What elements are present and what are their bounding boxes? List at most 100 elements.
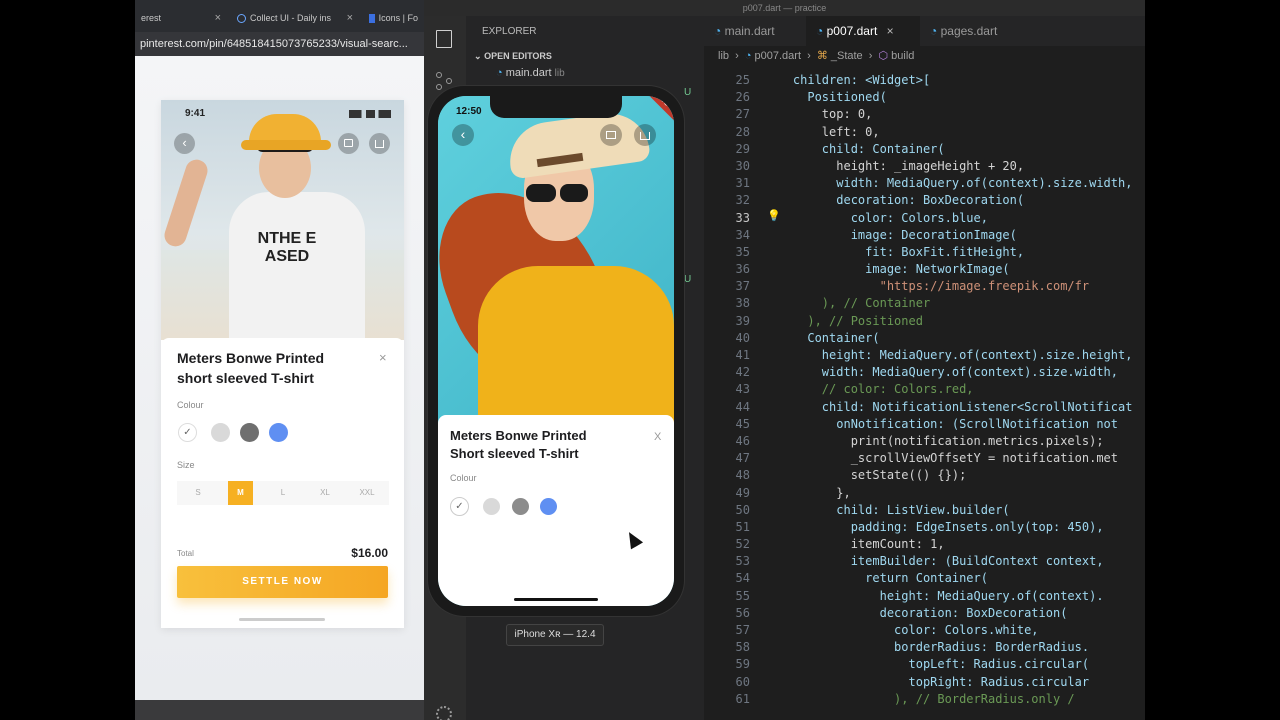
code-line[interactable]: ), // Container — [764, 295, 1145, 312]
line-number: 42 — [735, 365, 750, 380]
code-line[interactable]: Positioned( — [764, 89, 1145, 106]
close-icon[interactable]: × — [887, 24, 894, 38]
size-option-s[interactable]: S — [183, 481, 213, 505]
colour-swatch-blue[interactable] — [269, 423, 288, 442]
pin-mockup[interactable]: NTHE EASED 9:41 ‹ Meters Bonwe Printed s… — [161, 100, 404, 628]
product-sheet: Meters Bonwe Printed Short sleeved T-shi… — [438, 415, 674, 606]
code-line[interactable]: _scrollViewOffsetY = notification.met — [764, 450, 1145, 467]
code-line[interactable]: itemBuilder: (BuildContext context, — [764, 553, 1145, 570]
code-line[interactable]: image: NetworkImage( — [764, 261, 1145, 278]
screen: erest × Collect UI - Daily ins × Icons |… — [0, 0, 1280, 720]
code-area[interactable]: children: <Widget>[ Positioned( top: 0, … — [764, 72, 1145, 708]
code-line[interactable]: decoration: BoxDecoration( — [764, 605, 1145, 622]
size-option-m[interactable]: M — [228, 481, 253, 505]
tab-pages-dart[interactable]: ◔ pages.dart — [920, 16, 1024, 46]
code-line[interactable]: // color: Colors.red, — [764, 381, 1145, 398]
close-icon[interactable]: X — [654, 431, 661, 443]
code-line[interactable]: decoration: BoxDecoration( — [764, 192, 1145, 209]
code-line[interactable]: child: NotificationListener<ScrollNotifi… — [764, 399, 1145, 416]
colour-swatch-blue[interactable] — [540, 498, 557, 515]
colour-swatch-darkgray[interactable] — [240, 423, 259, 442]
line-number: 26 — [735, 90, 750, 105]
code-line[interactable]: print(notification.metrics.pixels); — [764, 433, 1145, 450]
settle-now-button[interactable]: SETTLE NOW — [177, 566, 388, 598]
close-icon[interactable]: × — [379, 350, 387, 365]
code-line[interactable]: color: Colors.white, — [764, 622, 1145, 639]
size-option-l[interactable]: L — [268, 481, 298, 505]
dart-file-icon: ◔ — [496, 67, 503, 79]
home-button[interactable] — [369, 133, 390, 154]
code-line[interactable]: height: MediaQuery.of(context).size.heig… — [764, 347, 1145, 364]
code-line[interactable]: }, — [764, 485, 1145, 502]
line-number: 52 — [735, 537, 750, 552]
colour-swatch-lightgray[interactable] — [211, 423, 230, 442]
status-time: 9:41 — [185, 108, 206, 119]
code-line[interactable]: children: <Widget>[ — [764, 72, 1145, 89]
size-option-xl[interactable]: XL — [310, 481, 340, 505]
open-editors-header[interactable]: ⌄ OPEN EDITORS — [466, 48, 704, 64]
breadcrumb-item[interactable]: build — [891, 50, 914, 62]
code-line[interactable]: Container( — [764, 330, 1145, 347]
code-line[interactable]: return Container( — [764, 570, 1145, 587]
back-button[interactable]: ‹ — [452, 124, 474, 146]
colour-swatch-darkgray[interactable] — [512, 498, 529, 515]
home-icon — [640, 132, 650, 140]
close-icon[interactable]: × — [347, 12, 353, 24]
code-line[interactable]: borderRadius: BorderRadius. — [764, 639, 1145, 656]
dart-file-icon: ◔ — [930, 24, 938, 38]
breadcrumb-item[interactable]: p007.dart — [755, 50, 801, 62]
code-line[interactable]: setState(() {}); — [764, 467, 1145, 484]
colour-swatch-lightgray[interactable] — [483, 498, 500, 515]
cart-button[interactable] — [338, 133, 359, 154]
browser-tab-collectui[interactable]: Collect UI - Daily ins × — [231, 6, 359, 30]
code-line[interactable]: child: Container( — [764, 141, 1145, 158]
address-bar[interactable]: pinterest.com/pin/648518415073765233/vis… — [135, 32, 424, 56]
gear-icon[interactable] — [436, 706, 452, 720]
dart-file-icon: ◔ — [744, 50, 752, 62]
code-line[interactable]: ), // Positioned — [764, 313, 1145, 330]
code-line[interactable]: width: MediaQuery.of(context).size.width… — [764, 175, 1145, 192]
code-line[interactable]: ), // BorderRadius.only / — [764, 691, 1145, 708]
code-line[interactable]: topRight: Radius.circular — [764, 674, 1145, 691]
code-line[interactable]: padding: EdgeInsets.only(top: 450), — [764, 519, 1145, 536]
code-line[interactable]: itemCount: 1, — [764, 536, 1145, 553]
simulator-screen[interactable]: 12:50 DEBUG ‹ Meters Bonwe Printed Short… — [438, 96, 674, 606]
code-line[interactable]: height: MediaQuery.of(context). — [764, 588, 1145, 605]
colour-swatch-white[interactable]: ✓ — [450, 497, 469, 516]
browser-tab-icons[interactable]: Icons | Fo — [363, 6, 424, 30]
tab-main-dart[interactable]: ◔ main.dart — [704, 16, 806, 46]
source-control-icon[interactable] — [436, 72, 452, 90]
size-option-xxl[interactable]: XXL — [352, 481, 382, 505]
product-title-line2: Short sleeved T-shirt — [450, 446, 579, 461]
home-button[interactable] — [634, 124, 656, 146]
open-editor-item[interactable]: ◔ main.dart lib — [496, 67, 565, 79]
code-line[interactable]: fit: BoxFit.fitHeight, — [764, 244, 1145, 261]
scm-untracked-badge: U — [684, 274, 692, 285]
close-icon[interactable]: × — [215, 12, 221, 24]
code-line[interactable]: "https://image.freepik.com/fr — [764, 278, 1145, 295]
code-line[interactable]: child: ListView.builder( — [764, 502, 1145, 519]
code-line[interactable]: height: _imageHeight + 20, — [764, 158, 1145, 175]
colour-swatch-white[interactable]: ✓ — [178, 423, 197, 442]
files-icon[interactable] — [436, 30, 452, 48]
tab-p007-dart[interactable]: ◔ p007.dart × — [806, 16, 920, 46]
code-line[interactable]: width: MediaQuery.of(context).size.width… — [764, 364, 1145, 381]
line-number: 40 — [735, 330, 750, 345]
breadcrumb-separator-icon: › — [735, 50, 739, 62]
code-line[interactable]: onNotification: (ScrollNotification not — [764, 416, 1145, 433]
home-indicator — [514, 598, 598, 601]
browser-tab-pinterest[interactable]: erest × — [135, 6, 227, 30]
code-line[interactable]: left: 0, — [764, 124, 1145, 141]
cart-button[interactable] — [600, 124, 622, 146]
code-line[interactable]: top: 0, — [764, 106, 1145, 123]
back-button[interactable]: ‹ — [174, 133, 195, 154]
line-number: 38 — [735, 296, 750, 311]
class-symbol-icon: ⌘ — [816, 50, 828, 62]
code-line[interactable]: topLeft: Radius.circular( — [764, 656, 1145, 673]
code-line[interactable]: color: Colors.blue, — [764, 210, 1145, 227]
browser-tab-bar: erest × Collect UI - Daily ins × Icons |… — [135, 0, 424, 32]
code-line[interactable]: image: DecorationImage( — [764, 227, 1145, 244]
breadcrumb-item[interactable]: lib — [718, 50, 729, 62]
product-title: Meters Bonwe Printed short sleeved T-shi… — [177, 348, 367, 388]
breadcrumb-item[interactable]: _State — [831, 50, 863, 62]
